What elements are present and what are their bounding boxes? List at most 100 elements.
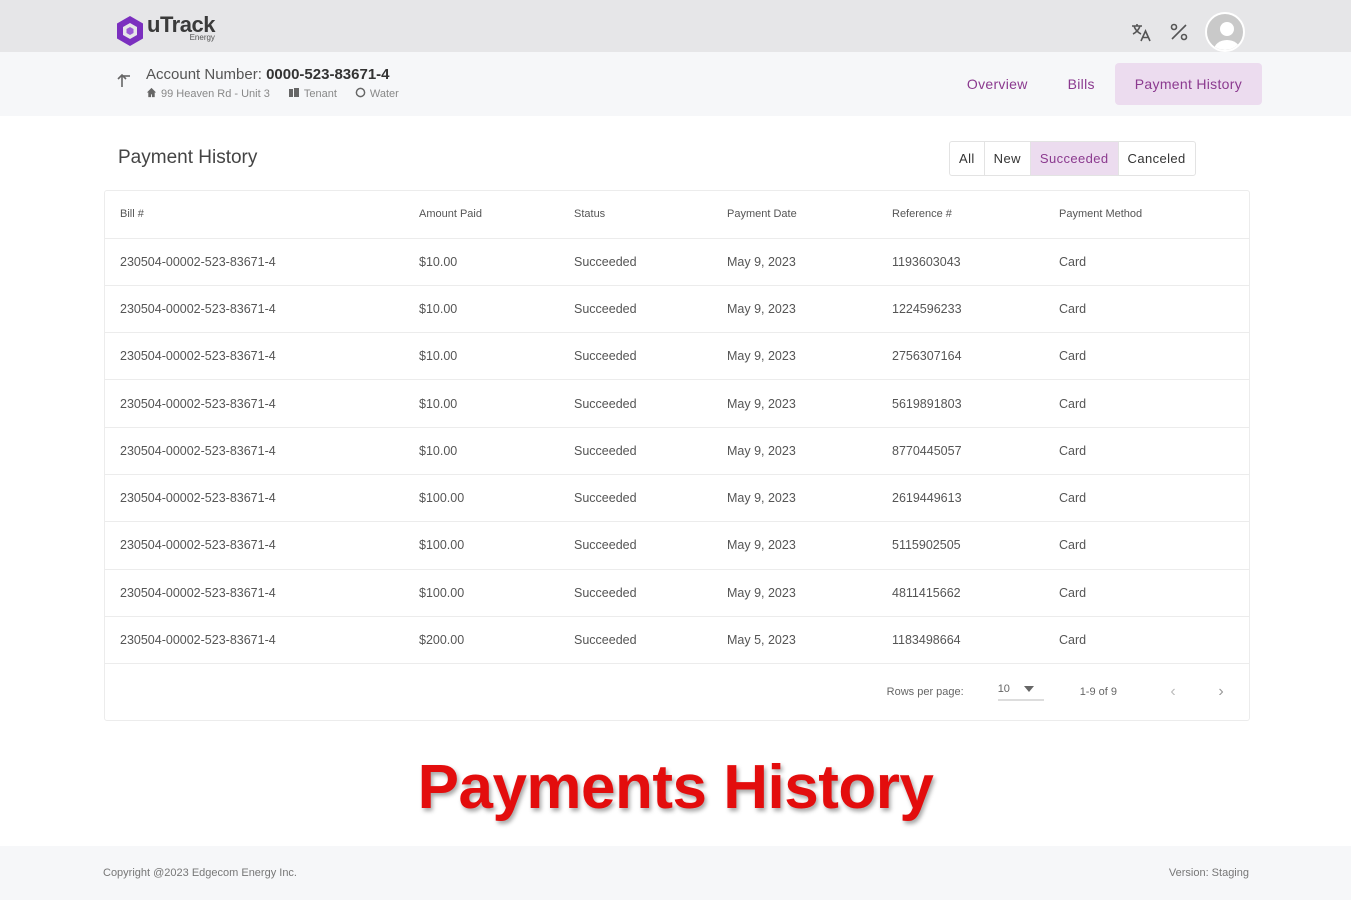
cell-reference: 2756307164 <box>892 332 1059 381</box>
cell-reference: 2619449613 <box>892 474 1059 523</box>
table-row[interactable]: 230504-00002-523-83671-4 $200.00 Succeed… <box>105 616 1249 665</box>
cell-status: Succeeded <box>574 427 727 475</box>
next-page-icon[interactable]: › <box>1209 683 1233 701</box>
cell-date: May 9, 2023 <box>727 521 892 570</box>
header-status[interactable]: Status <box>574 191 727 239</box>
avatar[interactable] <box>1205 12 1245 52</box>
cell-date: May 9, 2023 <box>727 285 892 334</box>
account-utility: Water <box>369 88 399 100</box>
cell-bill: 230504-00002-523-83671-4 <box>105 616 419 665</box>
cell-bill: 230504-00002-523-83671-4 <box>105 569 419 617</box>
tab-bills[interactable]: Bills <box>1048 63 1115 105</box>
back-arrow-icon[interactable] <box>115 70 135 90</box>
cell-reference: 1193603043 <box>892 238 1059 286</box>
cell-amount: $10.00 <box>419 332 574 381</box>
top-bar: uTrack Energy <box>0 0 1351 52</box>
cell-amount: $10.00 <box>419 379 574 428</box>
cell-status: Succeeded <box>574 521 727 570</box>
cell-method: Card <box>1059 616 1249 665</box>
cell-method: Card <box>1059 238 1249 286</box>
cell-amount: $200.00 <box>419 616 574 665</box>
cell-method: Card <box>1059 332 1249 381</box>
account-role: Tenant <box>303 88 337 100</box>
rows-per-page-select[interactable]: 10 <box>997 683 1044 701</box>
header-bill[interactable]: Bill # <box>105 191 419 239</box>
cell-status: Succeeded <box>574 474 727 523</box>
cell-amount: $100.00 <box>419 521 574 570</box>
account-number-label: Account Number: <box>146 66 262 83</box>
cell-amount: $100.00 <box>419 474 574 523</box>
filter-canceled[interactable]: Canceled <box>1119 142 1195 175</box>
copyright-text: Copyright @2023 Edgecom Energy Inc. <box>103 867 297 879</box>
version-text: Version: Staging <box>1168 867 1249 879</box>
filter-new[interactable]: New <box>985 142 1031 175</box>
table-row[interactable]: 230504-00002-523-83671-4 $10.00 Succeede… <box>105 285 1249 334</box>
cell-date: May 9, 2023 <box>727 379 892 428</box>
cell-status: Succeeded <box>574 285 727 334</box>
footer: Copyright @2023 Edgecom Energy Inc. Vers… <box>0 846 1351 900</box>
table-row[interactable]: 230504-00002-523-83671-4 $10.00 Succeede… <box>105 332 1249 381</box>
filter-succeeded[interactable]: Succeeded <box>1030 142 1119 175</box>
cell-method: Card <box>1059 285 1249 334</box>
cell-date: May 9, 2023 <box>727 474 892 523</box>
header-payment-method[interactable]: Payment Method <box>1059 191 1249 239</box>
payment-table-card: Bill # Amount Paid Status Payment Date R… <box>104 190 1250 721</box>
water-icon <box>355 87 366 101</box>
cell-amount: $10.00 <box>419 427 574 475</box>
cell-bill: 230504-00002-523-83671-4 <box>105 285 419 334</box>
cell-reference: 1183498664 <box>892 616 1059 665</box>
brand-logo[interactable]: uTrack Energy <box>115 14 215 48</box>
cell-date: May 9, 2023 <box>727 332 892 381</box>
cell-status: Succeeded <box>574 238 727 286</box>
table-row[interactable]: 230504-00002-523-83671-4 $100.00 Succeed… <box>105 521 1249 570</box>
cell-date: May 9, 2023 <box>727 427 892 475</box>
percent-icon[interactable] <box>1167 20 1191 44</box>
tab-payment-history[interactable]: Payment History <box>1114 63 1262 105</box>
cell-method: Card <box>1059 427 1249 475</box>
header-reference[interactable]: Reference # <box>892 191 1059 239</box>
cell-method: Card <box>1059 379 1249 428</box>
cell-bill: 230504-00002-523-83671-4 <box>105 379 419 428</box>
table-row[interactable]: 230504-00002-523-83671-4 $100.00 Succeed… <box>105 569 1249 617</box>
cell-method: Card <box>1059 569 1249 617</box>
table-row[interactable]: 230504-00002-523-83671-4 $10.00 Succeede… <box>105 238 1249 286</box>
page-title: Payment History <box>118 147 258 168</box>
table-row[interactable]: 230504-00002-523-83671-4 $10.00 Succeede… <box>105 427 1249 475</box>
translate-icon[interactable] <box>1129 20 1153 44</box>
rows-per-page-value: 10 <box>997 683 1010 695</box>
cell-amount: $100.00 <box>419 569 574 617</box>
account-meta: 99 Heaven Rd - Unit 3 Tenant Water <box>146 87 399 101</box>
pagination-range: 1-9 of 9 <box>1079 686 1117 698</box>
cell-status: Succeeded <box>574 569 727 617</box>
cell-reference: 4811415662 <box>892 569 1059 617</box>
cell-method: Card <box>1059 521 1249 570</box>
table-row[interactable]: 230504-00002-523-83671-4 $10.00 Succeede… <box>105 379 1249 428</box>
table-header-row: Bill # Amount Paid Status Payment Date R… <box>105 191 1249 239</box>
cell-bill: 230504-00002-523-83671-4 <box>105 427 419 475</box>
account-number: 0000-523-83671-4 <box>266 66 390 83</box>
cell-date: May 5, 2023 <box>727 616 892 665</box>
tab-overview[interactable]: Overview <box>947 63 1048 105</box>
header-amount[interactable]: Amount Paid <box>419 191 574 239</box>
cell-bill: 230504-00002-523-83671-4 <box>105 474 419 523</box>
cell-reference: 1224596233 <box>892 285 1059 334</box>
cell-reference: 8770445057 <box>892 427 1059 475</box>
pagination: Rows per page: 10 1-9 of 9 ‹ › <box>105 664 1249 720</box>
cell-amount: $10.00 <box>419 238 574 286</box>
caption-overlay: Payments History <box>417 753 934 822</box>
cell-status: Succeeded <box>574 379 727 428</box>
filter-all[interactable]: All <box>950 142 985 175</box>
cell-bill: 230504-00002-523-83671-4 <box>105 332 419 381</box>
header-payment-date[interactable]: Payment Date <box>727 191 892 239</box>
cell-amount: $10.00 <box>419 285 574 334</box>
previous-page-icon[interactable]: ‹ <box>1161 683 1185 701</box>
table-row[interactable]: 230504-00002-523-83671-4 $100.00 Succeed… <box>105 474 1249 523</box>
status-filter-group: All New Succeeded Canceled <box>949 141 1196 176</box>
cell-method: Card <box>1059 474 1249 523</box>
home-icon <box>146 87 157 101</box>
cell-bill: 230504-00002-523-83671-4 <box>105 238 419 286</box>
hexagon-logo-icon <box>117 16 143 46</box>
tenant-icon <box>288 87 300 101</box>
caret-down-icon <box>1023 683 1034 695</box>
account-address: 99 Heaven Rd - Unit 3 <box>161 88 270 100</box>
